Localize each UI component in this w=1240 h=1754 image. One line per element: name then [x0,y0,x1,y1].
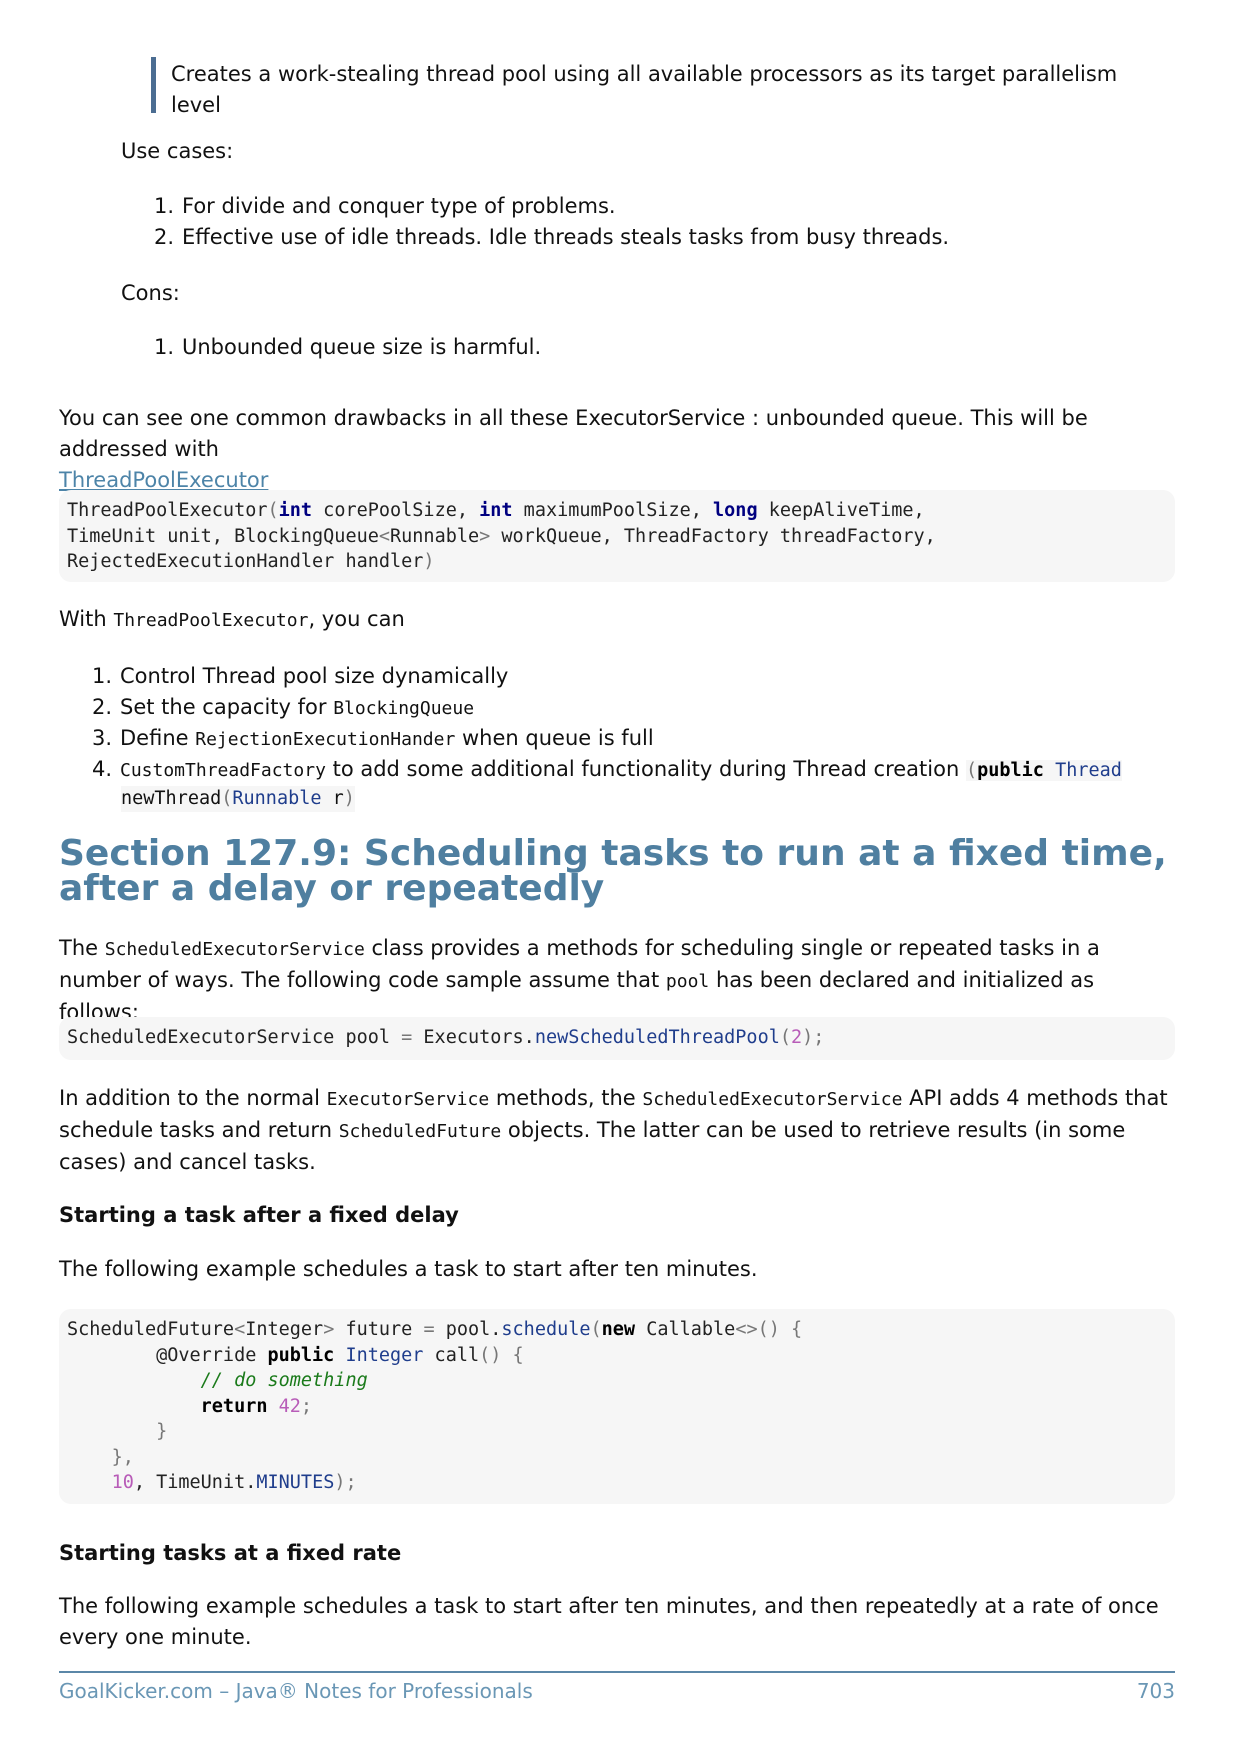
blockquote-text: Creates a work-stealing thread pool usin… [171,62,1118,117]
list-item: 1. For divide and conquer type of problem… [154,194,616,218]
code-block-pool-declaration: ScheduledExecutorService pool = Executor… [59,1017,1175,1060]
inline-code-signature: (public Thread [965,760,1122,781]
addition-paragraph: In addition to the normal ExecutorServic… [59,1086,1168,1174]
list-item: 1. Unbounded queue size is harmful. [154,335,542,359]
section-title: Section 127.9: Scheduling tasks to run a… [59,833,1167,909]
list-item: 1. Control Thread pool size dynamically [92,664,509,688]
cons-label: Cons: [121,281,180,305]
drawback-paragraph: You can see one common drawbacks in all … [59,406,1088,492]
page-number: 703 [1136,1679,1175,1703]
list-item: 3. Define RejectionExecutionHander when q… [92,726,654,750]
intro-paragraph: The ScheduledExecutorService class provi… [59,936,1100,1024]
list-item: 2. Effective use of idle threads. Idle th… [154,225,950,249]
rate-paragraph: The following example schedules a task t… [59,1594,1159,1649]
with-paragraph: With ThreadPoolExecutor, you can [59,607,405,631]
code-block-threadpoolexecutor: ThreadPoolExecutor(int corePoolSize, int… [59,490,1175,582]
threadpoolexecutor-link[interactable]: ThreadPoolExecutor [59,468,268,492]
list-item: 2. Set the capacity for BlockingQueue [92,695,475,719]
subheading-fixed-delay: Starting a task after a fixed delay [59,1203,459,1227]
footer-divider [59,1671,1175,1673]
blockquote-bar [151,57,156,113]
inline-code-signature-cont: newThread(Runnable r) [121,786,355,812]
delay-paragraph: The following example schedules a task t… [59,1257,758,1281]
subheading-fixed-rate: Starting tasks at a fixed rate [59,1541,402,1565]
list-item: 4. CustomThreadFactory to add some additi… [92,757,1122,781]
use-cases-label: Use cases: [121,139,234,163]
footer-source: GoalKicker.com – Java® Notes for Profess… [59,1679,533,1703]
code-block-schedule-example: ScheduledFuture<Integer> future = pool.s… [59,1309,1175,1504]
